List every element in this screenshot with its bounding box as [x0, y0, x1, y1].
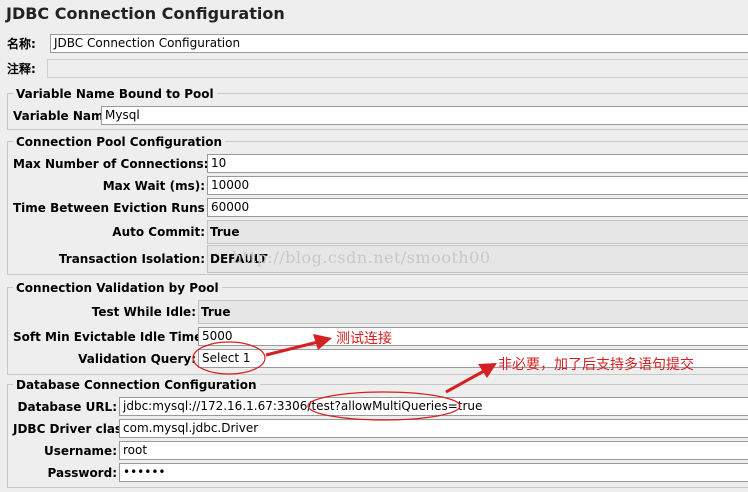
- name-label: 名称:: [7, 37, 36, 51]
- soft-min-idle-label: Soft Min Evictable Idle Time(ms):: [13, 330, 238, 344]
- test-connection-annotation: 测试连接: [336, 331, 392, 347]
- database-url-input[interactable]: jdbc:mysql://172.16.1.67:3306/test?allow…: [119, 397, 748, 416]
- comments-input[interactable]: [47, 59, 748, 78]
- validation-legend: Connection Validation by Pool: [13, 281, 222, 295]
- auto-commit-label: Auto Commit:: [112, 225, 205, 239]
- max-wait-input[interactable]: 10000: [207, 176, 748, 195]
- pool-config-legend: Connection Pool Configuration: [13, 135, 226, 149]
- password-label: Password:: [47, 466, 118, 480]
- database-url-label: Database URL:: [17, 400, 117, 414]
- auto-commit-select[interactable]: True: [207, 220, 748, 244]
- test-while-idle-select[interactable]: True: [198, 300, 748, 324]
- multi-query-annotation: 非必要，加了后支持多语句提交: [498, 357, 694, 373]
- database-legend: Database Connection Configuration: [13, 378, 260, 392]
- username-input[interactable]: root: [119, 441, 748, 460]
- validation-query-label: Validation Query:: [78, 352, 196, 366]
- variable-name-input[interactable]: Mysql: [101, 106, 748, 125]
- max-wait-label: Max Wait (ms):: [102, 179, 205, 193]
- eviction-runs-label: Time Between Eviction Runs (ms):: [13, 201, 245, 215]
- max-connections-input[interactable]: 10: [207, 154, 748, 173]
- jdbc-driver-input[interactable]: com.mysql.jdbc.Driver: [119, 419, 748, 438]
- eviction-runs-input[interactable]: 60000: [207, 198, 748, 217]
- transaction-isolation-select[interactable]: DEFAULT: [207, 245, 748, 273]
- jdbc-driver-label: JDBC Driver class:: [13, 422, 135, 436]
- password-input[interactable]: ••••••: [119, 463, 748, 482]
- soft-min-idle-input[interactable]: 5000: [198, 327, 748, 346]
- name-input[interactable]: JDBC Connection Configuration: [50, 34, 748, 53]
- username-label: Username:: [43, 444, 117, 458]
- transaction-isolation-label: Transaction Isolation:: [58, 252, 205, 266]
- max-connections-label: Max Number of Connections:: [13, 157, 209, 171]
- page-title: JDBC Connection Configuration: [6, 4, 285, 23]
- pool-binding-legend: Variable Name Bound to Pool: [13, 87, 217, 101]
- test-while-idle-label: Test While Idle:: [91, 305, 196, 319]
- comments-label: 注释:: [7, 62, 36, 76]
